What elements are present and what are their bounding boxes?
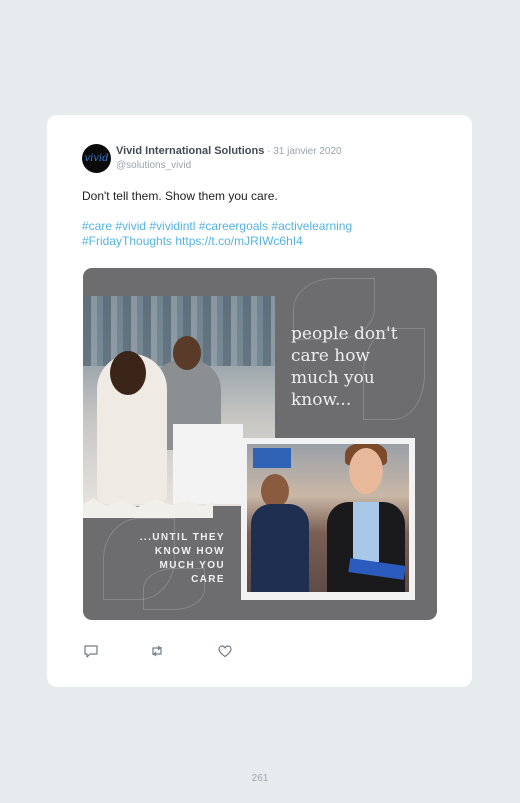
retweet-icon[interactable] bbox=[149, 643, 165, 659]
tweet-text: Don't tell them. Show them you care. bbox=[82, 189, 278, 203]
hashtags-line-1[interactable]: #care #vivid #vividintl #careergoals #ac… bbox=[82, 219, 442, 234]
quote-top: people don't care how much you know... bbox=[291, 324, 398, 410]
tweet-hashtags: #care #vivid #vividintl #careergoals #ac… bbox=[82, 219, 442, 249]
author-handle[interactable]: @solutions_vivid bbox=[116, 159, 342, 173]
page-number: 261 bbox=[251, 773, 269, 784]
author-name[interactable]: Vivid International Solutions bbox=[116, 145, 264, 157]
tweet-date[interactable]: · 31 janvier 2020 bbox=[264, 146, 342, 157]
avatar-logo-text: vivid bbox=[84, 153, 109, 164]
store-photo-2 bbox=[247, 444, 409, 592]
hashtags-line-2[interactable]: #FridayThoughts https://t.co/mJRIWc6hI4 bbox=[82, 234, 442, 249]
tweet-card: vivid Vivid International Solutions · 31… bbox=[47, 115, 472, 687]
reply-icon[interactable] bbox=[83, 643, 99, 659]
avatar[interactable]: vivid bbox=[82, 144, 111, 173]
tweet-header: Vivid International Solutions · 31 janvi… bbox=[116, 144, 342, 173]
quote-bottom: ...UNTIL THEY KNOW HOW MUCH YOU CARE bbox=[139, 532, 225, 585]
like-icon[interactable] bbox=[217, 643, 233, 659]
tweet-media-image[interactable]: people don't care how much you know... .… bbox=[83, 268, 437, 620]
